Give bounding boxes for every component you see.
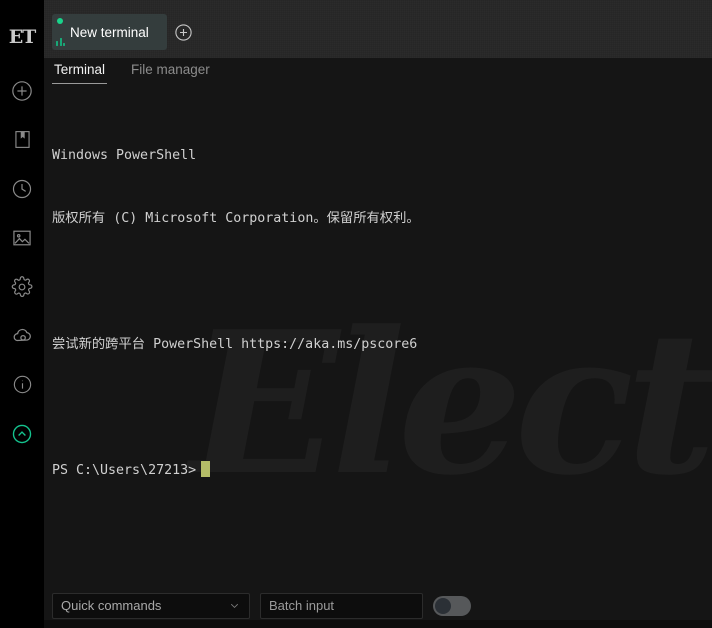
toggle-knob — [435, 597, 451, 614]
batch-input-field[interactable] — [260, 592, 423, 619]
terminal-output: Windows PowerShell 版权所有 (C) Microsoft Co… — [44, 94, 712, 523]
info-icon[interactable] — [0, 360, 44, 409]
tab-terminal[interactable]: Terminal — [52, 58, 108, 86]
quick-commands-label: Quick commands — [61, 598, 162, 613]
batch-input-toggle[interactable] — [433, 595, 471, 616]
tab-activity-icon — [56, 38, 65, 46]
terminal-tab-label: New terminal — [70, 24, 149, 40]
terminal-surface[interactable]: Electe Windows PowerShell 版权所有 (C) Micro… — [44, 94, 712, 583]
terminal-tabbar: New terminal — [44, 0, 712, 58]
chevron-down-icon — [228, 599, 241, 612]
sidebar: ET — [0, 0, 44, 628]
gallery-icon[interactable] — [0, 213, 44, 262]
terminal-prompt: PS C:\Users\27213> — [52, 463, 197, 478]
history-icon[interactable] — [0, 164, 44, 213]
chevron-up-icon[interactable] — [0, 409, 44, 458]
terminal-line: 尝试新的跨平台 PowerShell https://aka.ms/pscore… — [52, 337, 418, 352]
footer-strip — [44, 620, 712, 628]
tab-status-dot — [57, 18, 63, 24]
plus-circle-icon[interactable] — [167, 14, 201, 50]
cloud-icon[interactable] — [0, 311, 44, 360]
terminal-tab[interactable]: New terminal — [52, 14, 167, 50]
main-panel: New terminal Terminal File manager Elect… — [44, 0, 712, 628]
terminal-line: 版权所有 (C) Microsoft Corporation。保留所有权利。 — [52, 211, 420, 226]
bookmark-icon[interactable] — [0, 115, 44, 164]
add-icon[interactable] — [0, 66, 44, 115]
gear-icon[interactable] — [0, 262, 44, 311]
tab-file-manager[interactable]: File manager — [129, 58, 212, 86]
panel-tabs: Terminal File manager — [44, 58, 712, 94]
terminal-cursor — [201, 461, 211, 477]
quick-commands-select[interactable]: Quick commands — [52, 592, 250, 619]
electerm-logo[interactable]: ET — [0, 14, 44, 60]
terminal-prompt-line: PS C:\Users\27213> — [52, 460, 712, 481]
terminal-line: Windows PowerShell — [52, 148, 197, 163]
electerm-window: ET New terminal Terminal File manager El… — [0, 0, 712, 628]
